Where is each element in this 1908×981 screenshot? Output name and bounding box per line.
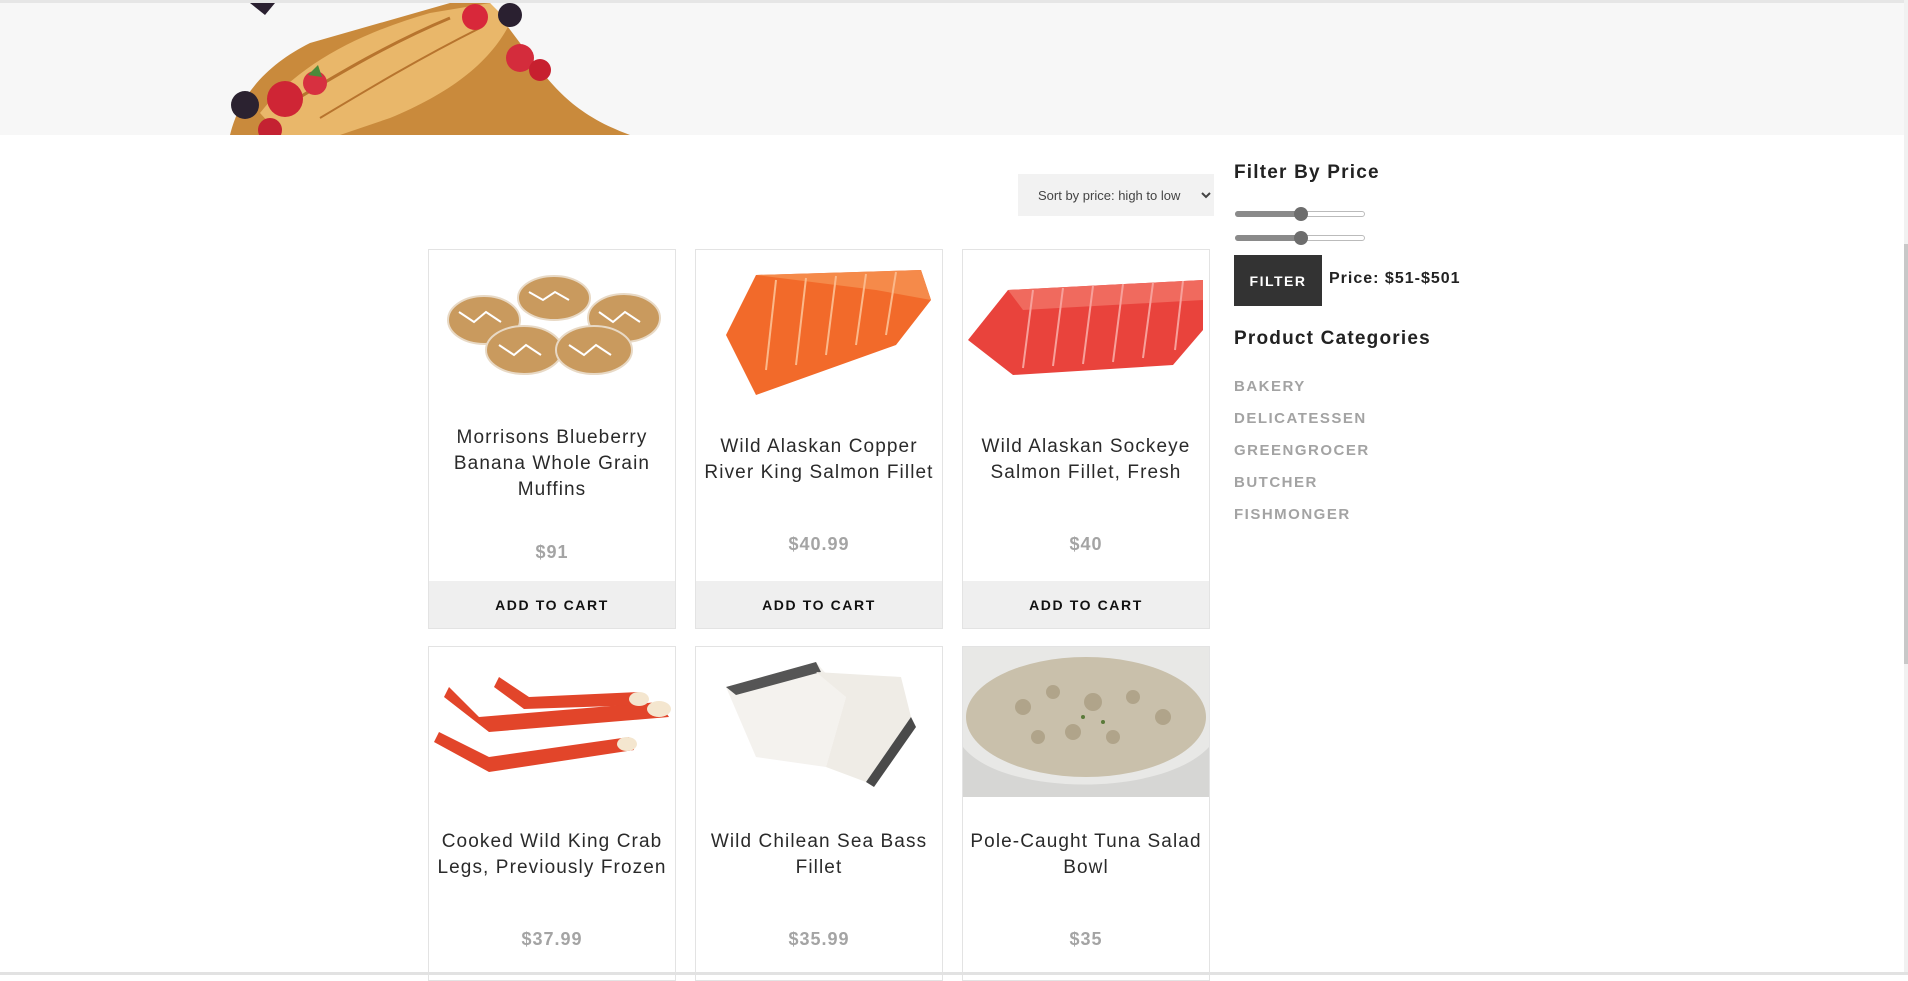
product-price: $91 — [535, 542, 569, 562]
product-card[interactable]: Wild Chilean Sea Bass Fillet $35.99 — [695, 646, 943, 981]
crepe-berries-image — [230, 3, 630, 135]
product-name[interactable]: Pole-Caught Tuna Salad Bowl — [963, 829, 1209, 881]
page-scrollbar[interactable] — [1904, 0, 1908, 975]
product-name[interactable]: Cooked Wild King Crab Legs, Previously F… — [429, 829, 675, 881]
product-image-crab-legs[interactable] — [429, 647, 675, 797]
price-range-label: Price: $51-$501 — [1329, 270, 1461, 287]
category-link-greengrocer[interactable]: GREENGROCER — [1234, 442, 1370, 459]
product-price: $40 — [1069, 534, 1103, 554]
product-price: $37.99 — [521, 929, 583, 949]
product-card[interactable]: Pole-Caught Tuna Salad Bowl $35 — [962, 646, 1210, 981]
product-name[interactable]: Morrisons Blueberry Banana Whole Grain M… — [429, 425, 675, 503]
slider-fill — [1235, 235, 1301, 241]
product-image-sea-bass[interactable] — [696, 647, 942, 797]
category-link-fishmonger[interactable]: FISHMONGER — [1234, 506, 1351, 523]
slider-fill — [1235, 211, 1301, 217]
price-min-slider[interactable] — [1235, 207, 1365, 221]
product-price: $35.99 — [788, 929, 850, 949]
product-image-sockeye-fillet[interactable] — [963, 250, 1209, 400]
filter-by-price-heading: Filter By Price — [1234, 162, 1380, 183]
filter-button[interactable]: FILTER — [1234, 255, 1322, 306]
hero-banner — [0, 3, 1908, 135]
sort-select[interactable]: Sort by price: high to low — [1018, 174, 1214, 216]
product-name[interactable]: Wild Chilean Sea Bass Fillet — [696, 829, 942, 881]
product-categories-heading: Product Categories — [1234, 328, 1431, 349]
product-image-muffins[interactable] — [429, 250, 675, 400]
product-image-salmon-fillet[interactable] — [696, 250, 942, 400]
category-link-delicatessen[interactable]: DELICATESSEN — [1234, 410, 1367, 427]
product-image-tuna-salad[interactable] — [963, 647, 1209, 797]
add-to-cart-button[interactable]: ADD TO CART — [963, 581, 1209, 628]
category-link-butcher[interactable]: BUTCHER — [1234, 474, 1318, 491]
product-card[interactable]: Morrisons Blueberry Banana Whole Grain M… — [428, 249, 676, 629]
price-max-slider[interactable] — [1235, 231, 1365, 245]
product-card[interactable]: Wild Alaskan Sockeye Salmon Fillet, Fres… — [962, 249, 1210, 629]
product-name[interactable]: Wild Alaskan Sockeye Salmon Fillet, Fres… — [963, 434, 1209, 486]
slider-handle[interactable] — [1294, 231, 1308, 245]
product-name[interactable]: Wild Alaskan Copper River King Salmon Fi… — [696, 434, 942, 486]
scrollbar-thumb[interactable] — [1904, 244, 1908, 664]
product-card[interactable]: Wild Alaskan Copper River King Salmon Fi… — [695, 249, 943, 629]
add-to-cart-button[interactable]: ADD TO CART — [429, 581, 675, 628]
slider-handle[interactable] — [1294, 207, 1308, 221]
product-price: $40.99 — [788, 534, 850, 554]
add-to-cart-button[interactable]: ADD TO CART — [696, 581, 942, 628]
category-link-bakery[interactable]: BAKERY — [1234, 378, 1306, 395]
product-card[interactable]: Cooked Wild King Crab Legs, Previously F… — [428, 646, 676, 981]
product-price: $35 — [1069, 929, 1103, 949]
